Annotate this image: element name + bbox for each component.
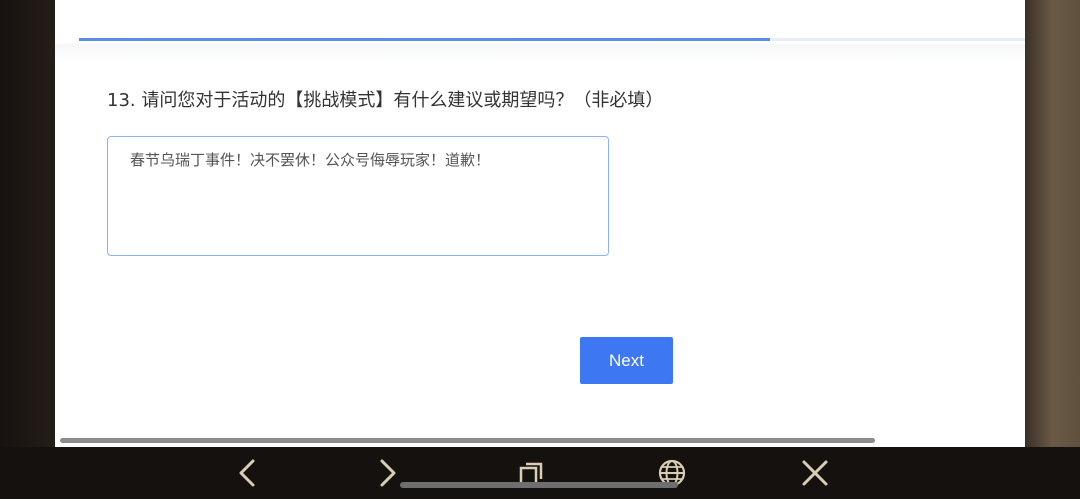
close-button[interactable] bbox=[787, 447, 843, 499]
progress-bar bbox=[79, 38, 1025, 41]
back-button[interactable] bbox=[219, 447, 275, 499]
chevron-right-icon bbox=[380, 459, 396, 487]
tabs-button[interactable] bbox=[503, 447, 559, 499]
answer-textarea[interactable] bbox=[107, 136, 609, 256]
background-left bbox=[0, 0, 55, 447]
header-divider bbox=[55, 44, 1025, 62]
browser-toolbar bbox=[0, 447, 1080, 499]
progress-bar-fill bbox=[79, 38, 770, 41]
screen: 13. 请问您对于活动的【挑战模式】有什么建议或期望吗？（非必填） Next bbox=[0, 0, 1080, 499]
next-button[interactable]: Next bbox=[580, 337, 673, 384]
background-right bbox=[1025, 0, 1080, 447]
globe-button[interactable] bbox=[644, 447, 700, 499]
home-indicator[interactable] bbox=[400, 482, 678, 488]
close-icon bbox=[802, 460, 828, 486]
survey-page: 13. 请问您对于活动的【挑战模式】有什么建议或期望吗？（非必填） Next bbox=[55, 0, 1025, 447]
horizontal-scrollbar[interactable] bbox=[60, 438, 875, 443]
chevron-left-icon bbox=[239, 459, 255, 487]
forward-button[interactable] bbox=[360, 447, 416, 499]
question-title: 13. 请问您对于活动的【挑战模式】有什么建议或期望吗？（非必填） bbox=[107, 90, 664, 111]
